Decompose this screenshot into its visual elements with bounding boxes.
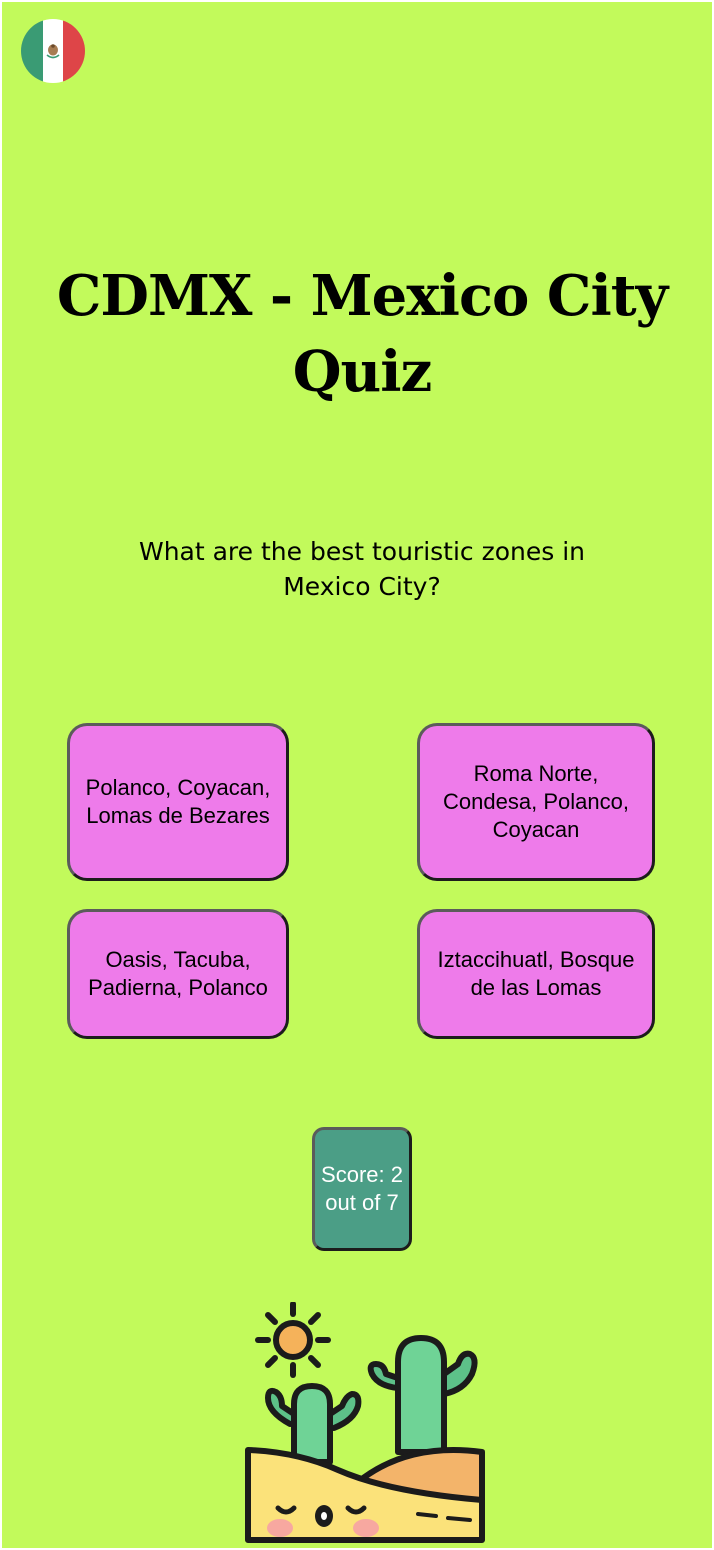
quiz-page: CDMX - Mexico City Quiz What are the bes…	[2, 2, 712, 1548]
answer-button-1[interactable]: Polanco, Coyacan, Lomas de Bezares	[67, 723, 289, 881]
quiz-question: What are the best touristic zones in Mex…	[138, 537, 586, 601]
mexico-flag-icon	[21, 19, 85, 83]
answer-button-4[interactable]: Iztaccihuatl, Bosque de las Lomas	[417, 909, 655, 1039]
answer-button-2[interactable]: Roma Norte, Condesa, Polanco, Coyacan	[417, 723, 655, 881]
cactus-desert-sun-illustration	[245, 1302, 485, 1543]
score-badge: Score: 2 out of 7	[312, 1127, 412, 1251]
answer-button-3[interactable]: Oasis, Tacuba, Padierna, Polanco	[67, 909, 289, 1039]
page-title: CDMX - Mexico City Quiz	[56, 263, 668, 405]
